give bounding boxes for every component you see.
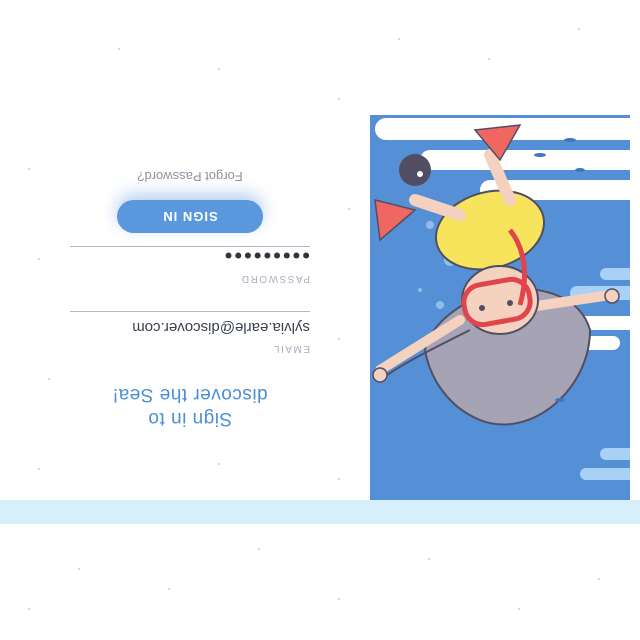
login-page: Sign in to discover the Sea! EMAIL sylvi… — [0, 0, 640, 640]
email-label: EMAIL — [272, 343, 310, 354]
title-line-2: discover the Sea! — [112, 384, 268, 405]
signin-button[interactable]: SIGN IN — [117, 200, 263, 233]
email-underline — [70, 311, 310, 312]
password-label: PASSWORD — [240, 273, 310, 284]
page-title: Sign in to discover the Sea! — [70, 382, 310, 430]
title-line-1: Sign in to — [147, 408, 233, 429]
signin-form: Sign in to discover the Sea! EMAIL sylvi… — [70, 150, 310, 430]
password-underline — [70, 246, 310, 247]
forgot-password-link[interactable]: Forgot Password? — [70, 169, 310, 184]
snorkel-illustration — [370, 115, 630, 500]
email-field[interactable]: sylvia.earle@discover.com — [132, 319, 310, 336]
accent-strip — [0, 500, 640, 524]
ocean-scene-image — [370, 115, 630, 500]
